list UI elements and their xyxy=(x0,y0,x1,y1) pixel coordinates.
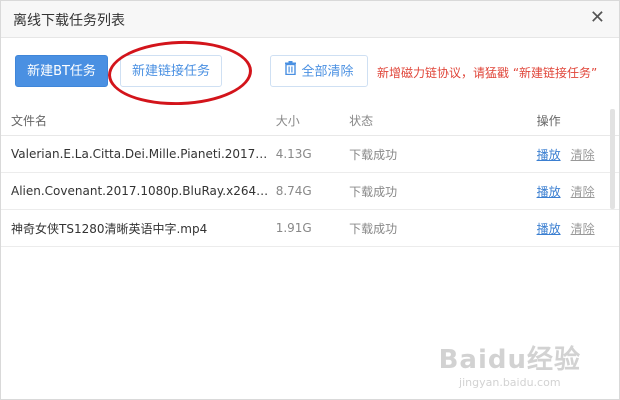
clear-all-label: 全部清除 xyxy=(301,64,354,80)
scrollbar[interactable] xyxy=(610,109,615,209)
task-status: 下载成功 xyxy=(349,135,537,173)
watermark-logo: Baidu经验 xyxy=(438,345,581,375)
toolbar: 新建BT任务 新建链接任务 全部清除 新增磁力链协议，请猛戳 “新建链接任务” xyxy=(1,37,619,105)
new-link-task-button[interactable]: 新建链接任务 xyxy=(120,55,222,87)
watermark-url: jingyan.baidu.com xyxy=(459,376,561,389)
clear-link[interactable]: 清除 xyxy=(571,185,595,199)
play-link[interactable]: 播放 xyxy=(537,148,561,162)
clear-all-button[interactable]: 全部清除 xyxy=(270,55,368,87)
play-link[interactable]: 播放 xyxy=(537,185,561,199)
task-table: 文件名 大小 状态 操作 Valerian.E.La.Citta.Dei.Mil… xyxy=(1,105,619,247)
clear-link[interactable]: 清除 xyxy=(571,222,595,236)
table-row: Valerian.E.La.Citta.Dei.Mille.Pianeti.20… xyxy=(1,135,619,173)
watermark: Baidu经验 jingyan.baidu.com xyxy=(439,339,581,389)
ops-cell: 播放 清除 xyxy=(536,135,619,173)
trash-icon xyxy=(284,56,297,88)
file-name-cell: Valerian.E.La.Citta.Dei.Mille.Pianeti.20… xyxy=(1,135,276,173)
dialog-header: 离线下载任务列表 ✕ xyxy=(1,1,619,38)
table-row: Alien.Covenant.2017.1080p.BluRay.x264-SP… xyxy=(1,172,619,210)
file-size: 1.91G xyxy=(275,209,350,247)
ops-cell: 播放 清除 xyxy=(536,209,619,247)
table-header-row: 文件名 大小 状态 操作 xyxy=(1,105,619,136)
close-icon[interactable]: ✕ xyxy=(590,8,605,28)
file-size: 8.74G xyxy=(275,172,350,210)
col-header-ops: 操作 xyxy=(536,105,619,136)
file-size: 4.13G xyxy=(275,135,350,173)
col-header-size: 大小 xyxy=(275,105,350,136)
col-header-status: 状态 xyxy=(349,105,537,136)
task-status: 下载成功 xyxy=(349,209,537,247)
clear-link[interactable]: 清除 xyxy=(571,148,595,162)
col-header-name: 文件名 xyxy=(1,105,276,136)
table-row: 神奇女侠TS1280清晰英语中字.mp4 1.91G 下载成功 播放 清除 xyxy=(1,209,619,247)
offline-download-dialog: 离线下载任务列表 ✕ 新建BT任务 新建链接任务 全部清除 新增磁力链协议，请猛… xyxy=(0,0,620,400)
file-name: Valerian.E.La.Citta.Dei.Mille.Pianeti.20… xyxy=(11,147,269,161)
file-name-cell: 神奇女侠TS1280清晰英语中字.mp4 xyxy=(1,209,276,247)
file-name: Alien.Covenant.2017.1080p.BluRay.x264-SP… xyxy=(11,184,269,198)
file-name: 神奇女侠TS1280清晰英语中字.mp4 xyxy=(11,221,208,236)
dialog-title: 离线下载任务列表 xyxy=(13,13,125,29)
play-link[interactable]: 播放 xyxy=(537,222,561,236)
magnet-hint-text: 新增磁力链协议，请猛戳 “新建链接任务” xyxy=(377,66,598,80)
file-name-cell: Alien.Covenant.2017.1080p.BluRay.x264-SP… xyxy=(1,172,276,210)
task-status: 下载成功 xyxy=(349,172,537,210)
new-bt-task-button[interactable]: 新建BT任务 xyxy=(15,55,108,87)
ops-cell: 播放 清除 xyxy=(536,172,619,210)
